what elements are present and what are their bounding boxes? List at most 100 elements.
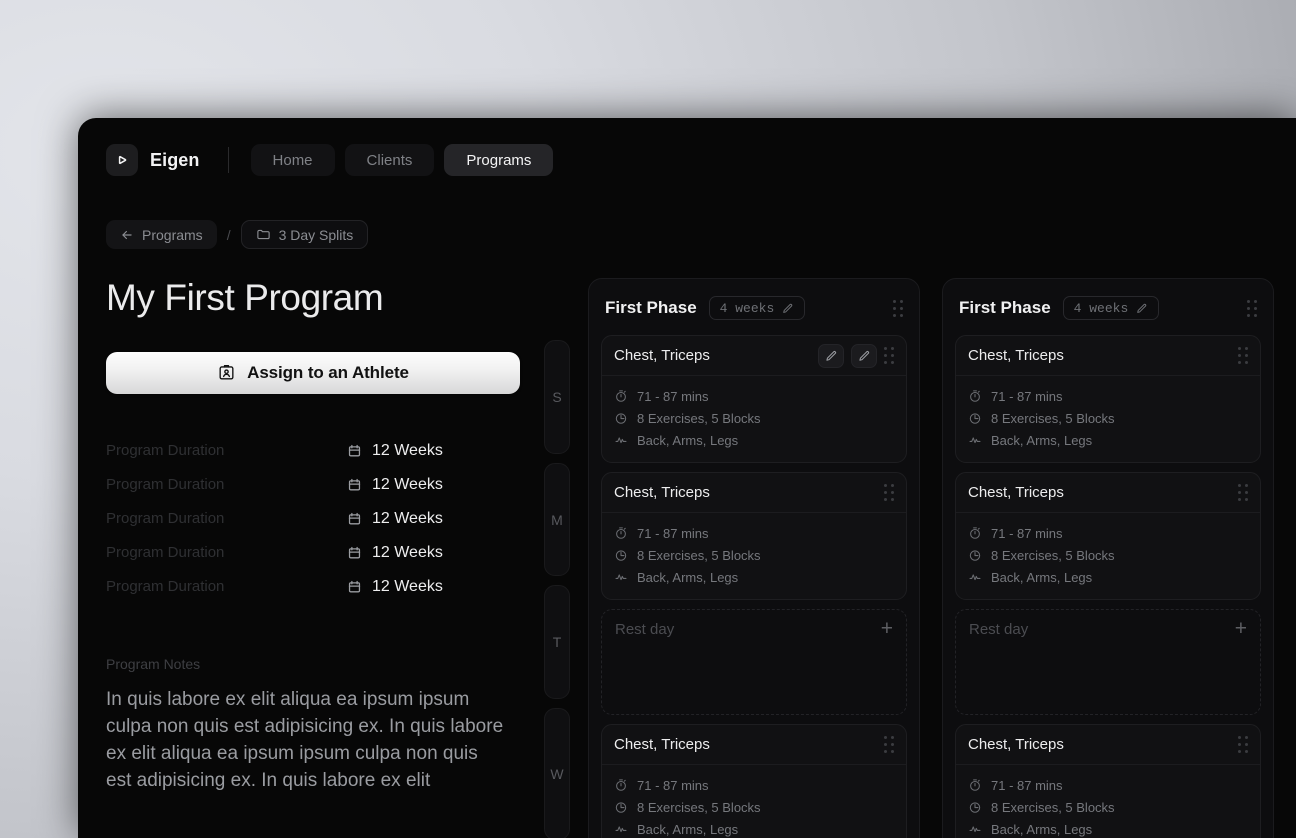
workout-meta-row: Back, Arms, Legs	[968, 818, 1248, 838]
rest-day-card[interactable]: Rest day +	[955, 609, 1261, 715]
workout-meta-row: Back, Arms, Legs	[614, 818, 894, 838]
calendar-icon	[346, 578, 363, 595]
drag-handle-icon[interactable]	[884, 484, 894, 501]
day-pill-label: W	[550, 766, 564, 782]
contact-card-icon	[217, 363, 236, 382]
pencil-icon[interactable]	[781, 302, 794, 315]
program-meta-value: 12 Weeks	[346, 510, 443, 528]
workout-meta-text: 71 - 87 mins	[991, 525, 1063, 541]
day-letter-rail: S M T W	[544, 340, 570, 838]
workout-card[interactable]: Chest, Triceps 71 - 87 mins 8 Exercises, 5…	[955, 472, 1261, 600]
breadcrumb-separator: /	[226, 226, 231, 243]
workout-card-title: Chest, Triceps	[968, 736, 1064, 753]
workout-meta-text: Back, Arms, Legs	[991, 432, 1093, 448]
tab-clients[interactable]: Clients	[344, 144, 435, 176]
workout-card[interactable]: Chest, Triceps 71 - 87 mins 8 Exercises, 5…	[601, 724, 907, 838]
workout-meta-text: 71 - 87 mins	[637, 388, 709, 404]
workout-card-title: Chest, Triceps	[614, 484, 710, 501]
drag-handle-icon[interactable]	[884, 347, 894, 364]
program-meta-row: Program Duration 12 Weeks	[106, 570, 546, 604]
pie-clock-icon	[968, 548, 982, 562]
brand[interactable]: Eigen	[106, 144, 200, 176]
workout-card-title: Chest, Triceps	[968, 347, 1064, 364]
workout-meta-row: 8 Exercises, 5 Blocks	[968, 407, 1248, 429]
drag-handle-icon[interactable]	[1247, 299, 1257, 317]
workout-meta-row: 71 - 87 mins	[614, 385, 894, 407]
play-logo-icon	[106, 144, 138, 176]
activity-icon	[968, 433, 982, 447]
workout-card-header: Chest, Triceps	[956, 725, 1260, 765]
desktop-background: Eigen Home Clients Programs Programs / 3…	[0, 0, 1296, 838]
workout-card-header: Chest, Triceps	[602, 473, 906, 513]
day-pill-s[interactable]: S	[544, 340, 570, 454]
pencil-icon[interactable]	[1135, 302, 1148, 315]
edit-workout-button[interactable]	[851, 343, 877, 368]
workout-card-actions	[884, 736, 894, 753]
day-pill-m[interactable]: M	[544, 463, 570, 576]
assign-to-athlete-button[interactable]: Assign to an Athlete	[106, 351, 520, 394]
program-notes-text: In quis labore ex elit aliqua ea ipsum i…	[106, 688, 504, 791]
day-pill-w[interactable]: W	[544, 708, 570, 838]
edit-workout-button[interactable]	[818, 343, 844, 368]
workout-meta-row: 8 Exercises, 5 Blocks	[614, 544, 894, 566]
add-workout-icon[interactable]: +	[1235, 618, 1247, 639]
phase-title: First Phase	[605, 298, 697, 317]
workout-card-body: 71 - 87 mins 8 Exercises, 5 Blocks Back, A…	[602, 376, 906, 462]
drag-handle-icon[interactable]	[893, 299, 903, 317]
workout-meta-text: Back, Arms, Legs	[637, 569, 739, 585]
rest-day-card[interactable]: Rest day +	[601, 609, 907, 715]
rest-day-label: Rest day	[615, 621, 675, 638]
workout-meta-row: Back, Arms, Legs	[968, 429, 1248, 451]
folder-icon	[256, 227, 271, 242]
workout-meta-text: Back, Arms, Legs	[637, 821, 739, 837]
pie-clock-icon	[968, 411, 982, 425]
program-meta-value: 12 Weeks	[346, 544, 443, 562]
workout-card[interactable]: Chest, Triceps 71 - 87 mins 8 Exercises, 5…	[601, 335, 907, 463]
phase-weeks-badge[interactable]: 4 weeks	[1062, 296, 1160, 320]
workout-meta-row: 71 - 87 mins	[614, 774, 894, 796]
program-meta-value-text: 12 Weeks	[372, 475, 443, 493]
breadcrumb-folder[interactable]: 3 Day Splits	[240, 220, 369, 249]
drag-handle-icon[interactable]	[1238, 347, 1248, 364]
drag-handle-icon[interactable]	[884, 736, 894, 753]
top-navigation-bar: Eigen Home Clients Programs	[78, 118, 1296, 202]
workout-meta-text: Back, Arms, Legs	[991, 821, 1093, 837]
workout-card-header: Chest, Triceps	[602, 336, 906, 376]
app-window: Eigen Home Clients Programs Programs / 3…	[78, 118, 1296, 838]
workout-card[interactable]: Chest, Triceps 71 - 87 mins 8 Exercises, 5…	[601, 472, 907, 600]
day-pill-label: S	[552, 389, 562, 405]
workout-meta-row: Back, Arms, Legs	[968, 566, 1248, 588]
phase-column: First Phase 4 weeks Chest, Triceps 71 - 87 …	[588, 278, 920, 838]
nav-divider	[227, 147, 229, 173]
workout-card-actions	[884, 484, 894, 501]
workout-meta-row: 71 - 87 mins	[968, 385, 1248, 407]
workout-card[interactable]: Chest, Triceps 71 - 87 mins 8 Exercises, 5…	[955, 724, 1261, 838]
tab-home[interactable]: Home	[250, 144, 335, 176]
activity-icon	[614, 570, 628, 584]
add-workout-icon[interactable]: +	[881, 618, 893, 639]
workout-card-body: 71 - 87 mins 8 Exercises, 5 Blocks Back, A…	[956, 376, 1260, 462]
workout-card-actions	[1238, 347, 1248, 364]
program-meta-label: Program Duration	[106, 476, 225, 494]
breadcrumb-back-programs[interactable]: Programs	[106, 220, 217, 249]
workout-card-actions	[1238, 484, 1248, 501]
phase-column: First Phase 4 weeks Chest, Triceps 71 - 87 …	[942, 278, 1274, 838]
day-pill-t[interactable]: T	[544, 585, 570, 699]
drag-handle-icon[interactable]	[1238, 736, 1248, 753]
breadcrumb: Programs / 3 Day Splits	[106, 220, 369, 249]
tab-programs[interactable]: Programs	[444, 144, 554, 176]
workout-meta-row: 8 Exercises, 5 Blocks	[968, 544, 1248, 566]
workout-card[interactable]: Chest, Triceps 71 - 87 mins 8 Exercises, 5…	[955, 335, 1261, 463]
phase-weeks-badge[interactable]: 4 weeks	[708, 296, 806, 320]
workout-meta-text: 71 - 87 mins	[991, 777, 1063, 793]
pie-clock-icon	[614, 411, 628, 425]
workout-card-title: Chest, Triceps	[614, 736, 710, 753]
workout-meta-text: 71 - 87 mins	[991, 388, 1063, 404]
workout-card-header: Chest, Triceps	[956, 473, 1260, 513]
workout-meta-text: Back, Arms, Legs	[991, 569, 1093, 585]
workout-card-actions	[818, 343, 894, 368]
program-notes-label: Program Notes	[106, 655, 201, 672]
drag-handle-icon[interactable]	[1238, 484, 1248, 501]
day-pill-label: M	[551, 511, 563, 528]
phase-weeks-label: 4 weeks	[719, 300, 775, 316]
